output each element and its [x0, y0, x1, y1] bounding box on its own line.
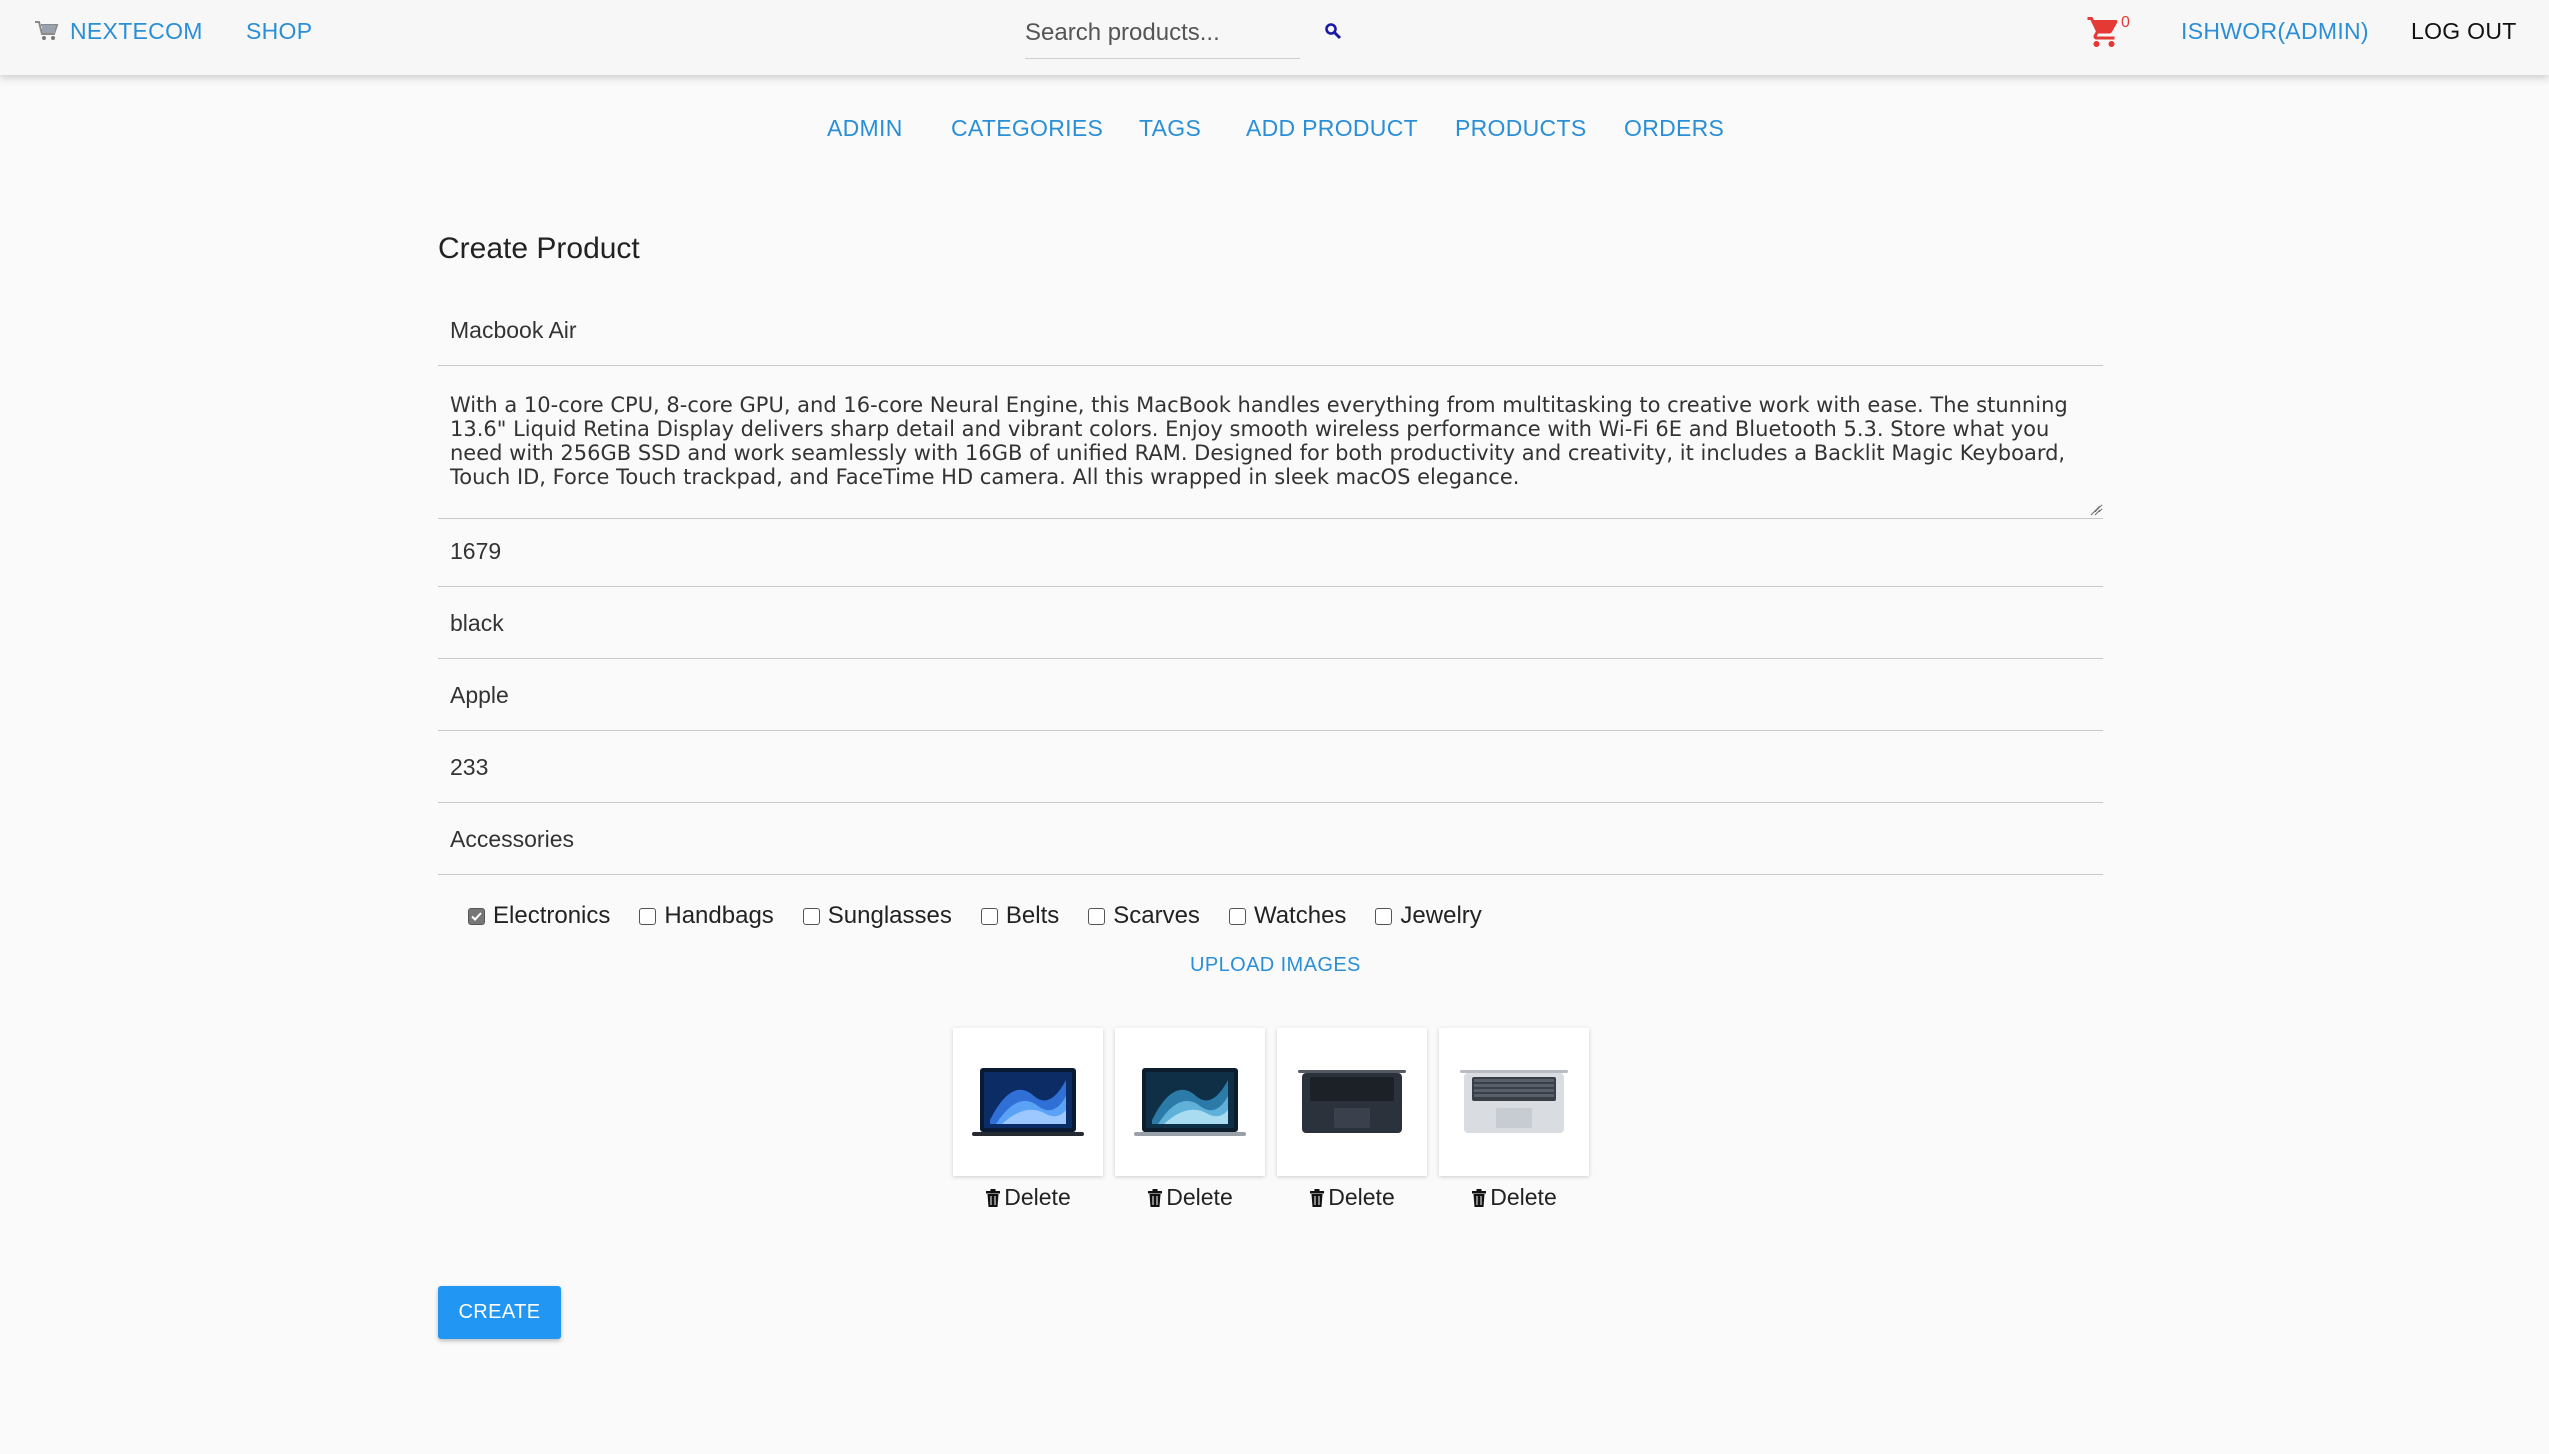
checkbox-icon[interactable]	[1088, 907, 1106, 925]
tag-checkbox-scarves[interactable]: Scarves	[1088, 902, 1200, 930]
checkbox-icon[interactable]	[1375, 907, 1393, 925]
admin-nav-admin[interactable]: ADMIN	[827, 108, 903, 148]
trash-icon	[986, 1188, 1001, 1207]
tag-checkbox-electronics[interactable]: Electronics	[468, 902, 610, 930]
admin-nav-tags[interactable]: TAGS	[1139, 108, 1201, 148]
shopping-cart-icon	[35, 21, 59, 40]
laptop-keyboard-image	[1298, 1070, 1406, 1133]
checkbox-checked-icon[interactable]	[468, 907, 485, 925]
image-preview: Delete	[1277, 1028, 1427, 1211]
delete-image-button[interactable]: Delete	[1277, 1184, 1427, 1211]
brand-link[interactable]: NEXTECOM	[34, 0, 203, 62]
image-preview-list: Delete Delete Delete Delete	[953, 1028, 1601, 1211]
image-preview-card	[953, 1028, 1103, 1176]
page-title: Create Product	[438, 232, 640, 265]
admin-nav-categories[interactable]: CATEGORIES	[951, 108, 1103, 148]
tag-label: Electronics	[493, 902, 611, 929]
delete-label: Delete	[1166, 1184, 1233, 1210]
create-button[interactable]: CREATE	[438, 1286, 561, 1339]
cart-button[interactable]: 0	[2086, 14, 2134, 50]
shop-link[interactable]: SHOP	[246, 0, 312, 62]
trash-icon	[1310, 1188, 1325, 1207]
image-preview-card	[1277, 1028, 1427, 1176]
tag-label: Watches	[1253, 902, 1347, 929]
image-preview: Delete	[953, 1028, 1103, 1211]
stock-input[interactable]	[438, 732, 2103, 802]
search-button[interactable]	[1320, 18, 1346, 44]
tag-checkbox-handbags[interactable]: Handbags	[639, 902, 774, 930]
tag-checkbox-watches[interactable]: Watches	[1228, 902, 1347, 930]
admin-nav-add-product[interactable]: ADD PRODUCT	[1246, 108, 1418, 148]
admin-nav: ADMIN CATEGORIES TAGS ADD PRODUCT PRODUC…	[0, 108, 2549, 148]
admin-nav-orders[interactable]: ORDERS	[1624, 108, 1724, 148]
image-preview: Delete	[1439, 1028, 1589, 1211]
delete-image-button[interactable]: Delete	[1115, 1184, 1265, 1211]
price-input[interactable]	[438, 516, 2103, 586]
laptop-image	[972, 1068, 1084, 1136]
image-preview-card	[1439, 1028, 1589, 1176]
cart-count-badge: 0	[2121, 14, 2130, 31]
tag-label: Jewelry	[1400, 902, 1482, 929]
stock-field	[438, 732, 2103, 803]
checkbox-icon[interactable]	[980, 907, 998, 925]
tag-checkbox-sunglasses[interactable]: Sunglasses	[802, 902, 952, 930]
product-description-textarea[interactable]: With a 10-core CPU, 8-core GPU, and 16-c…	[438, 373, 2103, 513]
image-preview-card	[1115, 1028, 1265, 1176]
tag-label: Sunglasses	[827, 902, 952, 929]
checkbox-icon[interactable]	[802, 907, 820, 925]
tag-label: Scarves	[1113, 902, 1200, 929]
search-box	[1025, 8, 1300, 59]
tag-checkbox-jewelry[interactable]: Jewelry	[1375, 902, 1482, 930]
name-field	[438, 295, 2103, 366]
resize-handle-icon[interactable]	[2089, 504, 2101, 516]
delete-label: Delete	[1490, 1184, 1557, 1210]
checkbox-icon[interactable]	[639, 907, 657, 925]
brand-label: NEXTECOM	[70, 17, 203, 44]
tags-checkbox-group: Electronics Handbags Sunglasses Belts Sc…	[468, 898, 1511, 934]
category-field	[438, 804, 2103, 875]
top-navbar: NEXTECOM SHOP 0 ISHWOR(ADMIN) LOG OUT	[0, 0, 2549, 75]
color-input[interactable]	[438, 588, 2103, 658]
logout-button[interactable]: LOG OUT	[2411, 0, 2517, 62]
tag-checkbox-belts[interactable]: Belts	[980, 902, 1060, 930]
admin-nav-products[interactable]: PRODUCTS	[1455, 108, 1586, 148]
image-preview: Delete	[1115, 1028, 1265, 1211]
tag-label: Belts	[1005, 902, 1060, 929]
delete-image-button[interactable]: Delete	[953, 1184, 1103, 1211]
laptop-keyboard-image	[1460, 1070, 1568, 1133]
product-name-input[interactable]	[438, 295, 2103, 365]
checkbox-icon[interactable]	[1228, 907, 1246, 925]
color-field	[438, 588, 2103, 659]
upload-images-button[interactable]: UPLOAD IMAGES	[1190, 954, 1361, 977]
description-field: With a 10-core CPU, 8-core GPU, and 16-c…	[438, 373, 2103, 519]
trash-icon	[1148, 1188, 1163, 1207]
cart-icon	[2087, 17, 2118, 47]
brand-input[interactable]	[438, 660, 2103, 730]
search-icon	[1325, 23, 1342, 40]
brand-field	[438, 660, 2103, 731]
category-select[interactable]	[438, 804, 2103, 874]
trash-icon	[1472, 1188, 1487, 1207]
price-field	[438, 516, 2103, 587]
search-input[interactable]	[1025, 19, 1300, 47]
delete-label: Delete	[1004, 1184, 1071, 1210]
user-menu-link[interactable]: ISHWOR(ADMIN)	[2181, 0, 2369, 62]
laptop-image	[1134, 1068, 1246, 1136]
delete-image-button[interactable]: Delete	[1439, 1184, 1589, 1211]
delete-label: Delete	[1328, 1184, 1395, 1210]
tag-label: Handbags	[664, 902, 774, 929]
